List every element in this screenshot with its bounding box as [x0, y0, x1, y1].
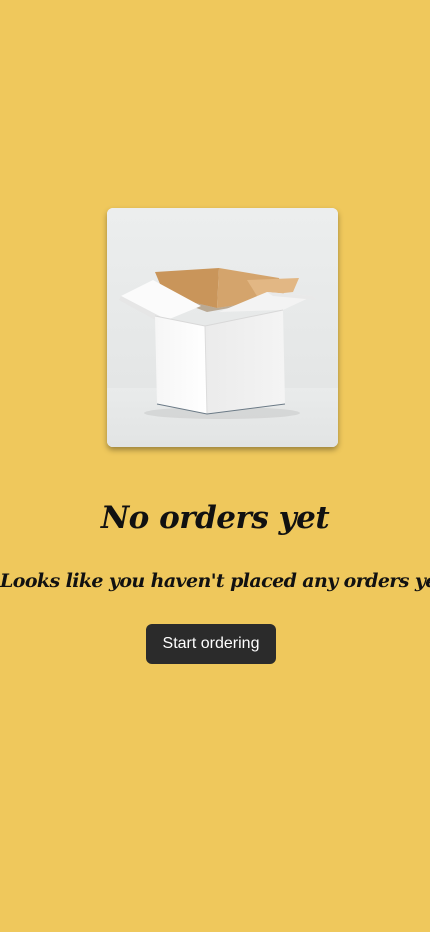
- open-box-illustration: [107, 208, 338, 447]
- empty-box-image: [107, 208, 338, 447]
- empty-orders-state: No orders yet Looks like you haven't pla…: [0, 0, 430, 932]
- empty-state-message: Looks like you haven't placed any orders…: [0, 570, 430, 592]
- start-ordering-button[interactable]: Start ordering: [146, 624, 276, 664]
- empty-state-title: No orders yet: [100, 500, 330, 536]
